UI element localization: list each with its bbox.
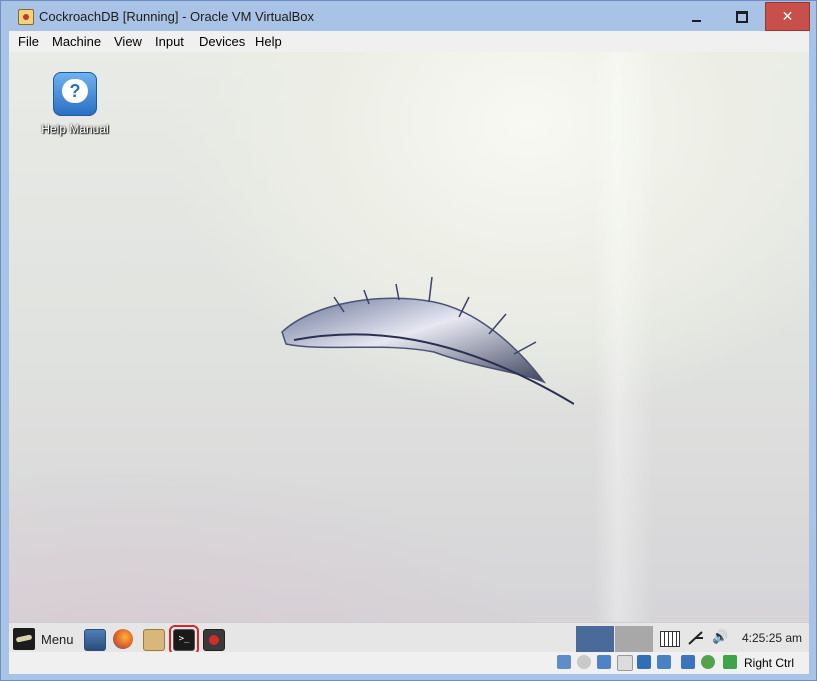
mint-logo-icon	[13, 628, 35, 650]
menu-file[interactable]: File	[18, 34, 39, 49]
network-adapter-icon[interactable]	[597, 655, 611, 669]
cpu-icon[interactable]	[681, 655, 695, 669]
host-key-label: Right Ctrl	[744, 656, 795, 670]
keyboard-icon[interactable]	[660, 631, 680, 647]
shared-folders-icon[interactable]	[617, 655, 633, 671]
close-button[interactable]: ✕	[765, 2, 810, 31]
start-menu-label: Menu	[41, 631, 74, 647]
close-icon: ✕	[781, 8, 794, 24]
menu-help[interactable]: Help	[255, 34, 282, 49]
display-settings-icon[interactable]	[84, 629, 106, 651]
home-folder-icon[interactable]	[143, 629, 165, 651]
video-capture-icon[interactable]	[657, 655, 671, 669]
display-icon[interactable]	[637, 655, 651, 669]
minimize-button[interactable]	[673, 2, 719, 31]
mouse-integration-icon[interactable]	[723, 655, 737, 669]
menu-input[interactable]: Input	[155, 34, 184, 49]
network-icon[interactable]	[687, 631, 705, 645]
menu-bar: File Machine View Input Devices Help	[9, 31, 809, 52]
desktop-icon-help-manual[interactable]: ? Help Manual	[37, 72, 113, 136]
firefox-icon[interactable]	[113, 629, 133, 649]
vm-display[interactable]: ? Help Manual Menu >_ 🔊 4:25:25 am	[9, 52, 809, 652]
menu-devices[interactable]: Devices	[199, 34, 245, 49]
minimize-icon	[691, 19, 701, 22]
virtualbox-window: CockroachDB [Running] - Oracle VM Virtua…	[0, 0, 817, 681]
menu-view[interactable]: View	[114, 34, 142, 49]
help-icon: ?	[53, 72, 97, 116]
record-icon[interactable]	[203, 629, 225, 651]
vm-status-bar: Right Ctrl	[9, 652, 809, 674]
volume-icon[interactable]: 🔊	[712, 629, 730, 644]
feather-wallpaper-image	[281, 276, 574, 405]
workspace-1[interactable]	[576, 626, 614, 652]
clock[interactable]: 4:25:25 am	[742, 631, 802, 645]
desktop-icon-label: Help Manual	[41, 122, 109, 136]
window-title: CockroachDB [Running] - Oracle VM Virtua…	[39, 9, 315, 24]
usb-icon[interactable]	[701, 655, 715, 669]
virtualbox-app-icon	[18, 9, 34, 25]
wallpaper-light-band	[594, 52, 654, 622]
maximize-icon	[736, 10, 748, 23]
terminal-icon[interactable]: >_	[173, 629, 195, 651]
workspace-2[interactable]	[615, 626, 653, 652]
hard-disk-icon[interactable]	[557, 655, 571, 669]
start-menu-button[interactable]: Menu	[13, 628, 74, 650]
taskbar-panel: Menu >_ 🔊 4:25:25 am	[9, 622, 809, 652]
optical-drive-icon[interactable]	[577, 655, 591, 669]
menu-machine[interactable]: Machine	[52, 34, 101, 49]
maximize-button[interactable]	[719, 2, 765, 31]
title-bar[interactable]: CockroachDB [Running] - Oracle VM Virtua…	[1, 1, 816, 31]
